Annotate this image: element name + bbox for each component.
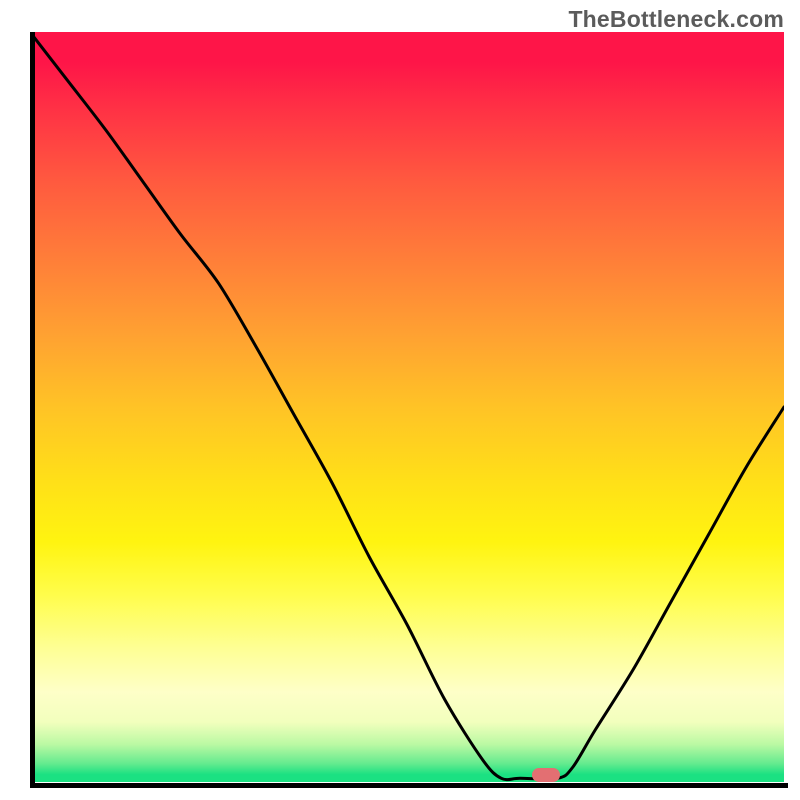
x-axis xyxy=(30,783,788,788)
optimal-point-marker xyxy=(532,768,560,782)
y-axis xyxy=(30,32,35,788)
watermark-text: TheBottleneck.com xyxy=(568,6,784,33)
bottleneck-curve xyxy=(30,32,784,782)
gradient-plot-area xyxy=(30,32,784,782)
curve-path xyxy=(30,32,784,780)
chart-container: TheBottleneck.com xyxy=(0,0,800,800)
